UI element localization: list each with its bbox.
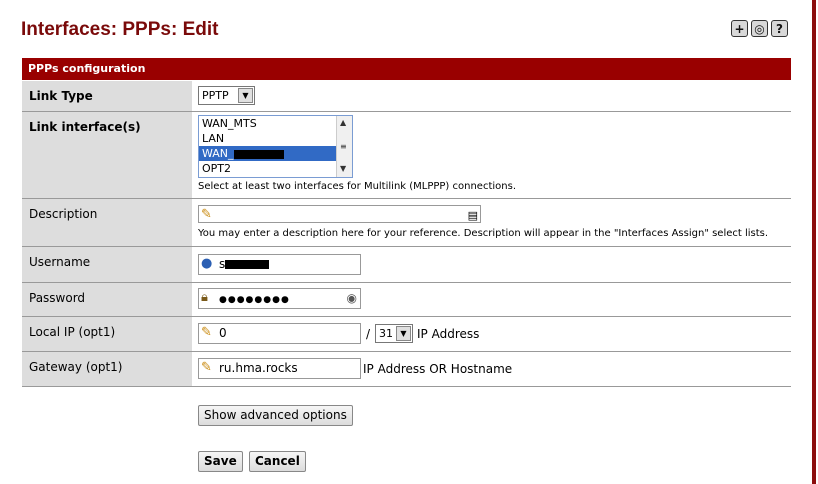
show-advanced-options-button[interactable]: Show advanced options bbox=[198, 405, 353, 426]
row-password: Password 🔒︎ ●●●●●●●● ◉ bbox=[22, 283, 791, 317]
gateway-input[interactable]: ✎ ru.hma.rocks bbox=[198, 358, 361, 379]
description-help: You may enter a description here for you… bbox=[198, 228, 769, 239]
reveal-icon[interactable]: ◉ bbox=[347, 289, 357, 308]
scroll-up-icon[interactable]: ▲ bbox=[340, 118, 346, 127]
link-interfaces-help: Select at least two interfaces for Multi… bbox=[198, 181, 517, 192]
chevron-down-icon: ▼ bbox=[238, 88, 253, 103]
add-icon[interactable]: + bbox=[731, 20, 748, 37]
pencil-icon: ✎ bbox=[201, 207, 212, 222]
username-label: Username bbox=[22, 247, 192, 282]
description-input[interactable]: ✎ ▤ bbox=[198, 205, 481, 223]
link-type-select[interactable]: PPTP ▼ bbox=[198, 86, 255, 105]
row-username: Username ● s bbox=[22, 247, 791, 283]
description-label: Description bbox=[22, 199, 192, 246]
row-local-ip: Local IP (opt1) ✎ 0 / 31 ▼ IP Address bbox=[22, 317, 791, 352]
row-link-interfaces: Link interface(s) WAN_MTS LAN WAN_ OPT2 … bbox=[22, 112, 791, 199]
toolbar-icons: + ◎ ? bbox=[731, 20, 788, 37]
list-item[interactable]: LAN bbox=[199, 131, 352, 146]
password-label: Password bbox=[22, 283, 192, 316]
card-icon: ▤ bbox=[467, 209, 478, 222]
local-ip-suffix: IP Address bbox=[417, 327, 480, 341]
link-type-label: Link Type bbox=[22, 81, 192, 111]
local-ip-input[interactable]: ✎ 0 bbox=[198, 323, 361, 344]
list-item[interactable]: WAN_MTS bbox=[199, 116, 352, 131]
row-description: Description ✎ ▤ You may enter a descript… bbox=[22, 199, 791, 247]
save-button[interactable]: Save bbox=[198, 451, 243, 472]
gateway-suffix: IP Address OR Hostname bbox=[363, 362, 513, 376]
listbox-scrollbar[interactable]: ▲ ≡ ▼ bbox=[336, 116, 352, 177]
pencil-icon: ✎ bbox=[201, 325, 212, 340]
cancel-button[interactable]: Cancel bbox=[249, 451, 306, 472]
row-gateway: Gateway (opt1) ✎ ru.hma.rocks IP Address… bbox=[22, 352, 791, 387]
list-item-selected[interactable]: WAN_ bbox=[199, 146, 352, 161]
username-input[interactable]: ● s bbox=[198, 254, 361, 275]
list-item[interactable]: OPT2 bbox=[199, 161, 352, 176]
settings-icon[interactable]: ◎ bbox=[751, 20, 768, 37]
user-icon: ● bbox=[201, 256, 213, 271]
section-header: PPPs configuration bbox=[22, 58, 791, 80]
lock-icon: 🔒︎ bbox=[201, 290, 208, 305]
gateway-label: Gateway (opt1) bbox=[22, 352, 192, 386]
link-interfaces-listbox[interactable]: WAN_MTS LAN WAN_ OPT2 ▲ ≡ ▼ bbox=[198, 115, 353, 178]
local-ip-label: Local IP (opt1) bbox=[22, 317, 192, 351]
password-input[interactable]: 🔒︎ ●●●●●●●● ◉ bbox=[198, 288, 361, 309]
scroll-down-icon[interactable]: ▼ bbox=[340, 164, 346, 173]
row-link-type: Link Type PPTP ▼ bbox=[22, 81, 791, 112]
page-title: Interfaces: PPPs: Edit bbox=[21, 19, 219, 40]
chevron-down-icon: ▼ bbox=[396, 326, 411, 341]
right-page-border bbox=[812, 0, 816, 484]
scroll-thumb-icon[interactable]: ≡ bbox=[340, 142, 347, 151]
help-icon[interactable]: ? bbox=[771, 20, 788, 37]
redaction bbox=[225, 260, 270, 269]
pencil-icon: ✎ bbox=[201, 360, 212, 375]
redaction bbox=[233, 149, 284, 159]
link-interfaces-label: Link interface(s) bbox=[22, 112, 192, 198]
subnet-mask-select[interactable]: 31 ▼ bbox=[375, 324, 413, 343]
subnet-separator: / bbox=[366, 327, 371, 341]
